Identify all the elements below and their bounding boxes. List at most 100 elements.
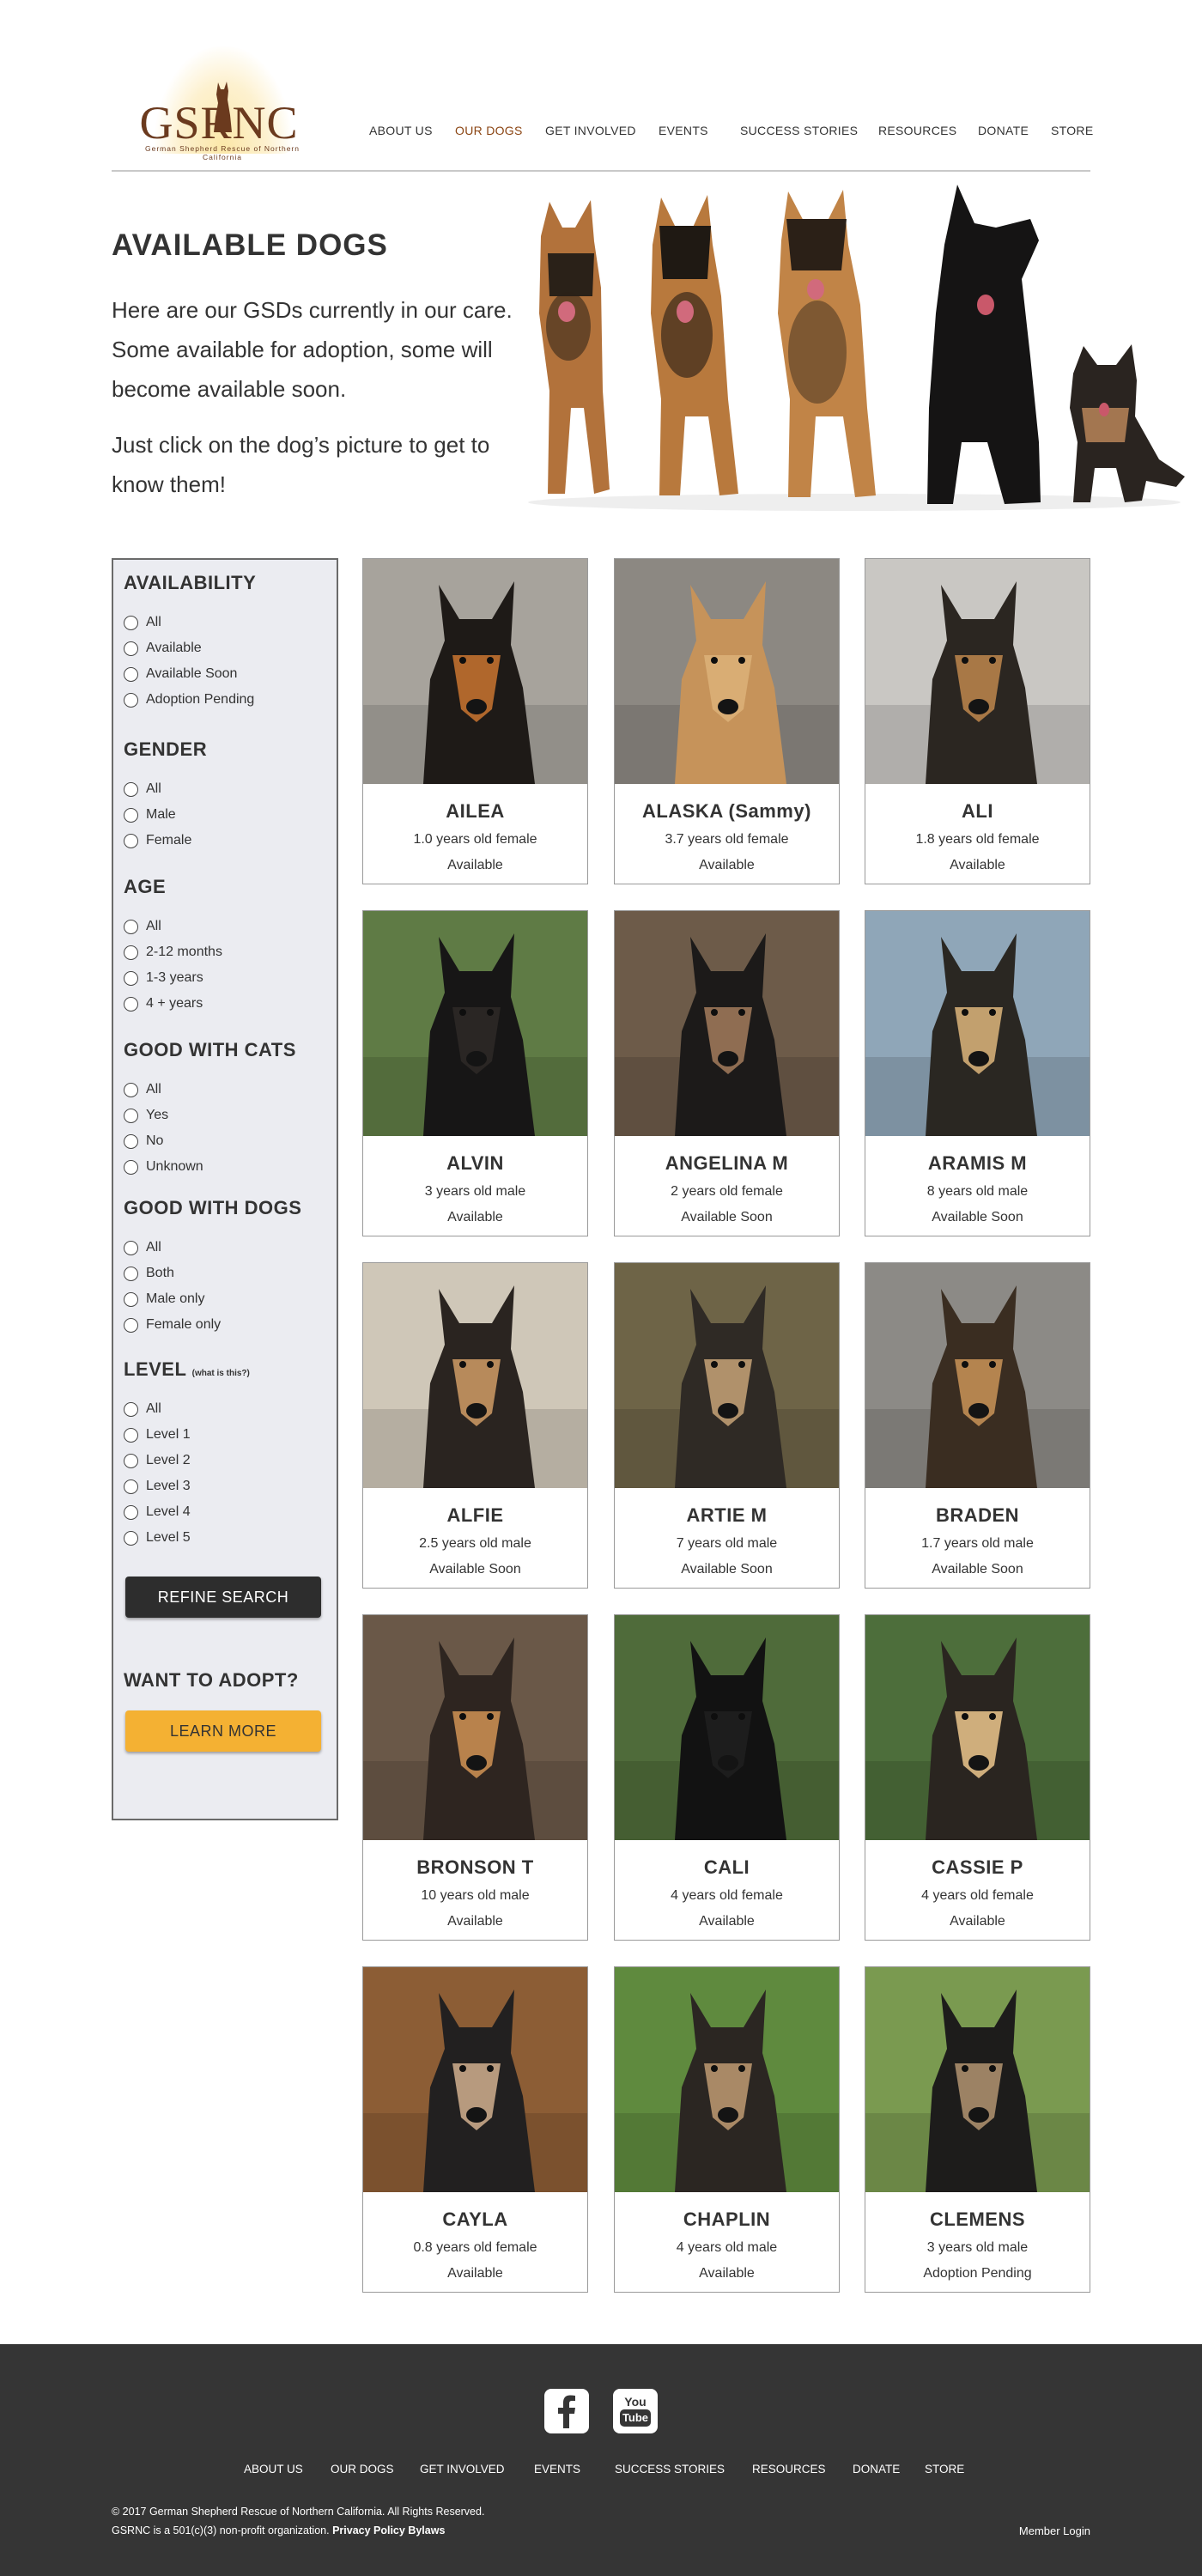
- nav-donate[interactable]: DONATE: [978, 124, 1029, 137]
- radio-button[interactable]: [124, 1133, 138, 1149]
- radio-button[interactable]: [124, 1291, 138, 1307]
- youtube-icon[interactable]: You Tube: [613, 2389, 658, 2433]
- site-logo[interactable]: GSRNC German Shepherd Rescue of Northern…: [120, 46, 318, 161]
- refine-search-button[interactable]: REFINE SEARCH: [125, 1577, 321, 1618]
- dog-photo[interactable]: [865, 1263, 1090, 1488]
- footer-nav-store[interactable]: STORE: [925, 2463, 964, 2476]
- radio-button[interactable]: [124, 1240, 138, 1255]
- radio-button[interactable]: [124, 945, 138, 960]
- footer-nav-donate[interactable]: DONATE: [853, 2463, 900, 2476]
- level-option-5[interactable]: Level 5: [124, 1530, 191, 1546]
- facebook-icon[interactable]: [544, 2389, 589, 2433]
- radio-button[interactable]: [124, 641, 138, 656]
- gender-option-female[interactable]: Female: [124, 833, 191, 848]
- level-info-link[interactable]: (what is this?): [192, 1369, 250, 1378]
- dog-photo[interactable]: [865, 1615, 1090, 1840]
- footer-nav-events[interactable]: EVENTS: [534, 2463, 580, 2476]
- radio-button[interactable]: [124, 781, 138, 797]
- radio-button[interactable]: [124, 807, 138, 823]
- member-login-link[interactable]: Member Login: [1019, 2524, 1090, 2537]
- learn-more-button[interactable]: LEARN MORE: [125, 1710, 321, 1752]
- dog-photo[interactable]: [615, 1967, 839, 2192]
- radio-button[interactable]: [124, 1082, 138, 1097]
- footer-nav-our-dogs[interactable]: OUR DOGS: [331, 2463, 394, 2476]
- dog-photo[interactable]: [865, 911, 1090, 1136]
- radio-button[interactable]: [124, 1266, 138, 1281]
- nav-store[interactable]: STORE: [1051, 124, 1093, 137]
- dog-card[interactable]: ARTIE M 7 years old male Available Soon: [614, 1262, 840, 1589]
- radio-button[interactable]: [124, 1427, 138, 1443]
- radio-button[interactable]: [124, 1504, 138, 1520]
- dog-photo[interactable]: [363, 911, 587, 1136]
- dog-card[interactable]: CALI 4 years old female Available: [614, 1614, 840, 1941]
- dog-card[interactable]: AILEA 1.0 years old female Available: [362, 558, 588, 884]
- radio-button[interactable]: [124, 1401, 138, 1417]
- dog-photo[interactable]: [615, 1263, 839, 1488]
- gender-option-male[interactable]: Male: [124, 807, 176, 823]
- availability-option-adoption-pending[interactable]: Adoption Pending: [124, 692, 254, 708]
- level-option-2[interactable]: Level 2: [124, 1453, 191, 1468]
- radio-button[interactable]: [124, 1317, 138, 1333]
- radio-button[interactable]: [124, 1479, 138, 1494]
- cats-option-yes[interactable]: Yes: [124, 1108, 168, 1123]
- availability-option-all[interactable]: All: [124, 615, 161, 630]
- dog-card[interactable]: ALFIE 2.5 years old male Available Soon: [362, 1262, 588, 1589]
- radio-button[interactable]: [124, 1108, 138, 1123]
- dog-card[interactable]: ARAMIS M 8 years old male Available Soon: [865, 910, 1090, 1236]
- dog-card[interactable]: CHAPLIN 4 years old male Available: [614, 1966, 840, 2293]
- radio-button[interactable]: [124, 1530, 138, 1546]
- availability-option-available-soon[interactable]: Available Soon: [124, 666, 237, 682]
- dog-card[interactable]: CAYLA 0.8 years old female Available: [362, 1966, 588, 2293]
- dog-photo[interactable]: [363, 1263, 587, 1488]
- dog-card[interactable]: ALVIN 3 years old male Available: [362, 910, 588, 1236]
- cats-option-all[interactable]: All: [124, 1082, 161, 1097]
- radio-button[interactable]: [124, 615, 138, 630]
- footer-nav-about-us[interactable]: ABOUT US: [244, 2463, 303, 2476]
- radio-button[interactable]: [124, 666, 138, 682]
- level-option-1[interactable]: Level 1: [124, 1427, 191, 1443]
- dog-photo[interactable]: [615, 1615, 839, 1840]
- radio-button[interactable]: [124, 996, 138, 1012]
- dog-card[interactable]: CASSIE P 4 years old female Available: [865, 1614, 1090, 1941]
- nav-our-dogs[interactable]: OUR DOGS: [455, 124, 523, 137]
- nav-about-us[interactable]: ABOUT US: [369, 124, 433, 137]
- gender-option-all[interactable]: All: [124, 781, 161, 797]
- age-option-4-plus-years[interactable]: 4 + years: [124, 996, 203, 1012]
- privacy-policy-link[interactable]: Privacy Policy: [332, 2524, 405, 2537]
- dog-card[interactable]: ANGELINA M 2 years old female Available So…: [614, 910, 840, 1236]
- level-option-4[interactable]: Level 4: [124, 1504, 191, 1520]
- radio-button[interactable]: [124, 692, 138, 708]
- dogs-option-male-only[interactable]: Male only: [124, 1291, 204, 1307]
- dog-card[interactable]: BRONSON T 10 years old male Available: [362, 1614, 588, 1941]
- radio-button[interactable]: [124, 919, 138, 934]
- nav-resources[interactable]: RESOURCES: [878, 124, 956, 137]
- nav-get-involved[interactable]: GET INVOLVED: [545, 124, 636, 137]
- dogs-option-all[interactable]: All: [124, 1240, 161, 1255]
- dog-photo[interactable]: [363, 1967, 587, 2192]
- bylaws-link[interactable]: Bylaws: [408, 2524, 445, 2537]
- nav-success-stories[interactable]: SUCCESS STORIES: [740, 124, 858, 137]
- age-option-2-12-months[interactable]: 2-12 months: [124, 945, 222, 960]
- dog-photo[interactable]: [865, 1967, 1090, 2192]
- level-option-3[interactable]: Level 3: [124, 1479, 191, 1494]
- cats-option-unknown[interactable]: Unknown: [124, 1159, 203, 1175]
- cats-option-no[interactable]: No: [124, 1133, 163, 1149]
- nav-events[interactable]: EVENTS: [659, 124, 708, 137]
- footer-nav-resources[interactable]: RESOURCES: [752, 2463, 826, 2476]
- dog-card[interactable]: CLEMENS 3 years old male Adoption Pending: [865, 1966, 1090, 2293]
- radio-button[interactable]: [124, 1453, 138, 1468]
- dog-card[interactable]: ALI 1.8 years old female Available: [865, 558, 1090, 884]
- footer-nav-get-involved[interactable]: GET INVOLVED: [420, 2463, 505, 2476]
- radio-button[interactable]: [124, 1159, 138, 1175]
- radio-button[interactable]: [124, 970, 138, 986]
- dogs-option-both[interactable]: Both: [124, 1266, 174, 1281]
- availability-option-available[interactable]: Available: [124, 641, 202, 656]
- dog-photo[interactable]: [615, 559, 839, 784]
- dogs-option-female-only[interactable]: Female only: [124, 1317, 221, 1333]
- dog-card[interactable]: BRADEN 1.7 years old male Available Soon: [865, 1262, 1090, 1589]
- level-option-all[interactable]: All: [124, 1401, 161, 1417]
- footer-nav-success-stories[interactable]: SUCCESS STORIES: [615, 2463, 725, 2476]
- age-option-1-3-years[interactable]: 1-3 years: [124, 970, 203, 986]
- radio-button[interactable]: [124, 833, 138, 848]
- dog-photo[interactable]: [615, 911, 839, 1136]
